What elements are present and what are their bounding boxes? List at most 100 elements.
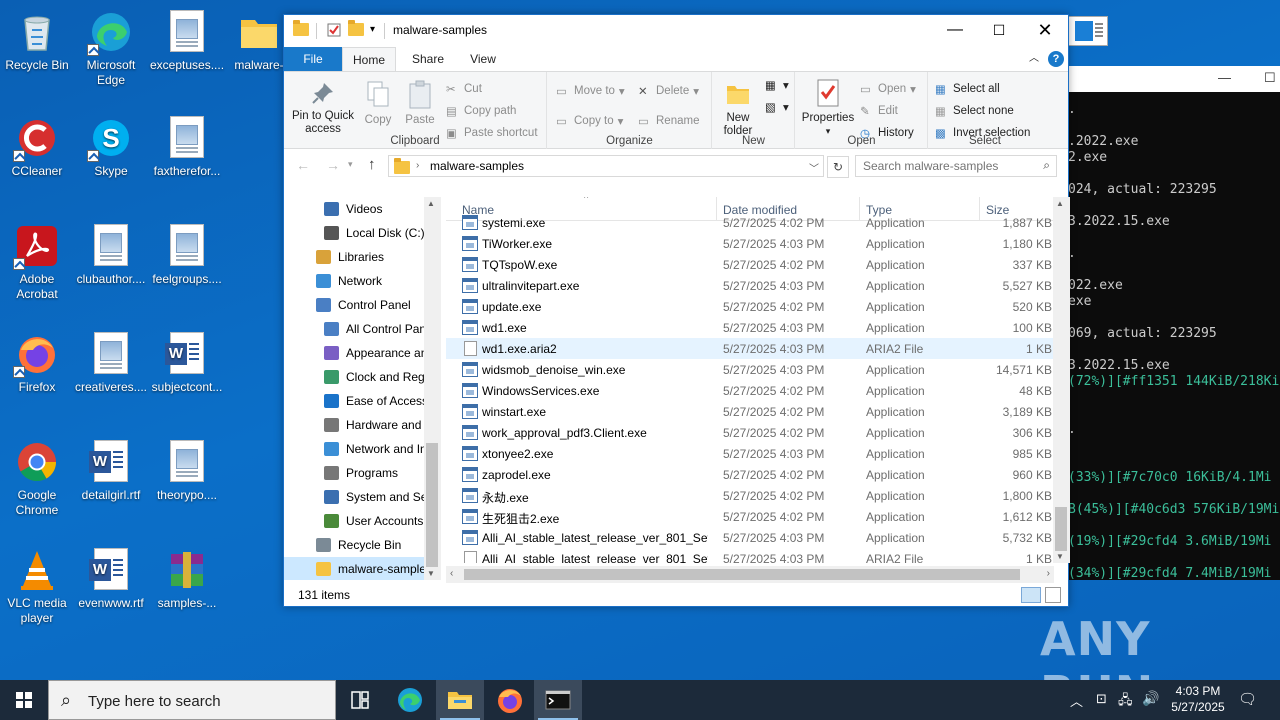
- desktop-icon-rtf[interactable]: W subjectcont...: [150, 332, 224, 395]
- select-all-button[interactable]: ▦ Select all: [935, 82, 1000, 96]
- background-window-thumbnail[interactable]: [1068, 16, 1108, 46]
- open-button[interactable]: ▭ Open ▾: [860, 82, 916, 96]
- desktop-icon-file[interactable]: exceptuses....: [150, 10, 224, 73]
- move-to-button[interactable]: ▭ Move to ▾: [556, 84, 625, 98]
- network-icon[interactable]: 🖧: [1118, 691, 1133, 713]
- select-none-button[interactable]: ▦ Select none: [935, 104, 1014, 118]
- breadcrumb-current[interactable]: malware-samples: [430, 159, 524, 173]
- copy-path-button[interactable]: ▤ Copy path: [446, 104, 516, 118]
- new-item-button[interactable]: ▦ ▾: [765, 78, 789, 92]
- nav-scrollbar[interactable]: ▲ ▼: [424, 197, 441, 580]
- desktop-icon-ccleaner[interactable]: CCleaner: [0, 116, 74, 179]
- desktop-icon-file[interactable]: clubauthor....: [74, 224, 148, 287]
- desktop-icon-file[interactable]: theorypo....: [150, 440, 224, 503]
- file-row[interactable]: update.exe 5/27/2025 4:02 PM Application 52…: [446, 296, 1054, 317]
- desktop-icon-firefox[interactable]: Firefox: [0, 332, 74, 395]
- nav-item[interactable]: Appearance and Personalization: [284, 341, 439, 365]
- file-row[interactable]: winstart.exe 5/27/2025 4:02 PM Application…: [446, 401, 1054, 422]
- scroll-up-icon[interactable]: ▲: [1056, 199, 1064, 208]
- new-folder-button[interactable]: New folder: [715, 80, 761, 138]
- tab-share[interactable]: Share: [404, 47, 452, 71]
- show-hidden-icons-chevron-icon[interactable]: ︿: [1070, 691, 1083, 710]
- nav-item[interactable]: Control Panel: [284, 293, 439, 317]
- taskbar-firefox-button[interactable]: [486, 680, 534, 720]
- nav-item[interactable]: Programs: [284, 461, 439, 485]
- close-button[interactable]: ✕: [1022, 15, 1068, 45]
- desktop-icon-skype[interactable]: S Skype: [74, 116, 148, 179]
- help-icon[interactable]: ?: [1048, 51, 1064, 67]
- scroll-right-icon[interactable]: ›: [1047, 568, 1050, 579]
- task-view-button[interactable]: [336, 680, 384, 720]
- minimize-button[interactable]: —: [932, 15, 978, 45]
- scroll-up-icon[interactable]: ▲: [427, 199, 435, 208]
- nav-item[interactable]: Local Disk (C:): [284, 221, 439, 245]
- volume-icon[interactable]: 🔊: [1142, 690, 1159, 707]
- file-row[interactable]: 永劫.exe 5/27/2025 4:02 PM Application 1,800 …: [446, 485, 1054, 506]
- address-bar[interactable]: › malware-samples ﹀: [388, 155, 824, 177]
- terminal-maximize-icon[interactable]: ☐: [1264, 70, 1276, 86]
- file-row[interactable]: WindowsServices.exe 5/27/2025 4:02 PM Appl…: [446, 380, 1054, 401]
- copy-to-button[interactable]: ▭ Copy to ▾: [556, 114, 623, 128]
- clock[interactable]: 4:03 PM 5/27/2025: [1166, 684, 1230, 714]
- recent-locations-chevron-icon[interactable]: ▾: [348, 159, 353, 170]
- search-box[interactable]: ⌕: [855, 155, 1057, 177]
- up-arrow-icon[interactable]: ↑: [368, 156, 376, 173]
- nav-item[interactable]: Network: [284, 269, 439, 293]
- forward-arrow-icon[interactable]: →: [326, 157, 340, 173]
- taskbar-terminal-button[interactable]: [534, 680, 582, 720]
- terminal-window[interactable]: — ☐ . .2022.exe 2.exe 024, actual: 223295 3.…: [1060, 66, 1280, 581]
- nav-item[interactable]: Videos: [284, 197, 439, 221]
- rename-button[interactable]: ▭ Rename: [638, 114, 699, 128]
- scroll-down-icon[interactable]: ▼: [427, 569, 435, 578]
- file-row[interactable]: wd1.exe.aria2 5/27/2025 4:03 PM ARIA2 File…: [446, 338, 1054, 359]
- cut-button[interactable]: ✂ Cut: [446, 82, 482, 96]
- file-list-scrollbar[interactable]: ▲ ▼: [1053, 197, 1070, 563]
- nav-item[interactable]: Network and Internet: [284, 437, 439, 461]
- easy-access-button[interactable]: ▧ ▾: [765, 100, 789, 114]
- delete-button[interactable]: ✕ Delete ▾: [638, 84, 699, 98]
- address-dropdown-chevron-icon[interactable]: ﹀: [809, 160, 819, 175]
- nav-item[interactable]: Clock and Region: [284, 365, 439, 389]
- scroll-left-icon[interactable]: ‹: [450, 568, 453, 579]
- scroll-down-icon[interactable]: ▼: [1056, 552, 1064, 561]
- new-folder-quick-icon[interactable]: [348, 20, 364, 37]
- desktop-icon-file[interactable]: feelgroups....: [150, 224, 224, 287]
- paste-button[interactable]: Paste: [400, 80, 440, 127]
- file-row[interactable]: TQTspoW.exe 5/27/2025 4:02 PM Application 3…: [446, 254, 1054, 275]
- taskbar-file-explorer-button[interactable]: [436, 680, 484, 720]
- taskbar-search-box[interactable]: ⌕ Type here to search: [48, 680, 336, 720]
- taskbar-edge-button[interactable]: [386, 680, 434, 720]
- desktop-icon-archive[interactable]: samples-...: [150, 548, 224, 611]
- file-row[interactable]: xtonyee2.exe 5/27/2025 4:03 PM Application…: [446, 443, 1054, 464]
- file-row[interactable]: systemi.exe 5/27/2025 4:02 PM Application 1…: [446, 212, 1054, 233]
- file-row[interactable]: zaprodel.exe 5/27/2025 4:02 PM Application…: [446, 464, 1054, 485]
- pin-to-quick-access-button[interactable]: Pin to Quick access: [288, 80, 358, 136]
- large-icons-view-icon[interactable]: [1045, 587, 1061, 603]
- nav-item[interactable]: Libraries: [284, 245, 439, 269]
- details-view-icon[interactable]: [1021, 587, 1041, 603]
- desktop-icon-adobe-acrobat[interactable]: Adobe Acrobat: [0, 224, 74, 302]
- desktop-icon-vlc[interactable]: VLC media player: [0, 548, 74, 626]
- properties-quick-icon[interactable]: [327, 23, 341, 37]
- nav-item[interactable]: Ease of Access: [284, 389, 439, 413]
- desktop-icon-file[interactable]: creativeres....: [74, 332, 148, 395]
- breadcrumb-chevron-icon[interactable]: ›: [416, 160, 419, 171]
- meet-now-icon[interactable]: ⊡: [1096, 691, 1107, 707]
- tab-view[interactable]: View: [460, 47, 506, 71]
- file-row[interactable]: wd1.exe 5/27/2025 4:03 PM Application 100 K…: [446, 317, 1054, 338]
- file-row[interactable]: widsmob_denoise_win.exe 5/27/2025 4:03 PM…: [446, 359, 1054, 380]
- nav-item[interactable]: malware-samples: [284, 557, 439, 580]
- copy-button[interactable]: Copy: [360, 80, 396, 127]
- file-explorer-window[interactable]: ▾ malware-samples — ☐ ✕ File Home Share …: [283, 14, 1070, 607]
- file-list-scrollbar-thumb[interactable]: [1055, 507, 1067, 551]
- desktop-icon-recycle-bin[interactable]: Recycle Bin: [0, 10, 74, 73]
- horizontal-scrollbar-thumb[interactable]: [464, 569, 1020, 580]
- file-row[interactable]: Alli_AI_stable_latest_release_ver_801_Se…: [446, 527, 1054, 548]
- collapse-ribbon-chevron-icon[interactable]: ︿: [1026, 47, 1042, 71]
- terminal-titlebar[interactable]: — ☐: [1060, 66, 1280, 92]
- edit-button[interactable]: ✎ Edit: [860, 104, 898, 118]
- desktop-icon-google-chrome[interactable]: Google Chrome: [0, 440, 74, 518]
- search-input[interactable]: [863, 156, 1039, 176]
- terminal-minimize-icon[interactable]: —: [1218, 70, 1231, 85]
- start-button[interactable]: [0, 680, 48, 720]
